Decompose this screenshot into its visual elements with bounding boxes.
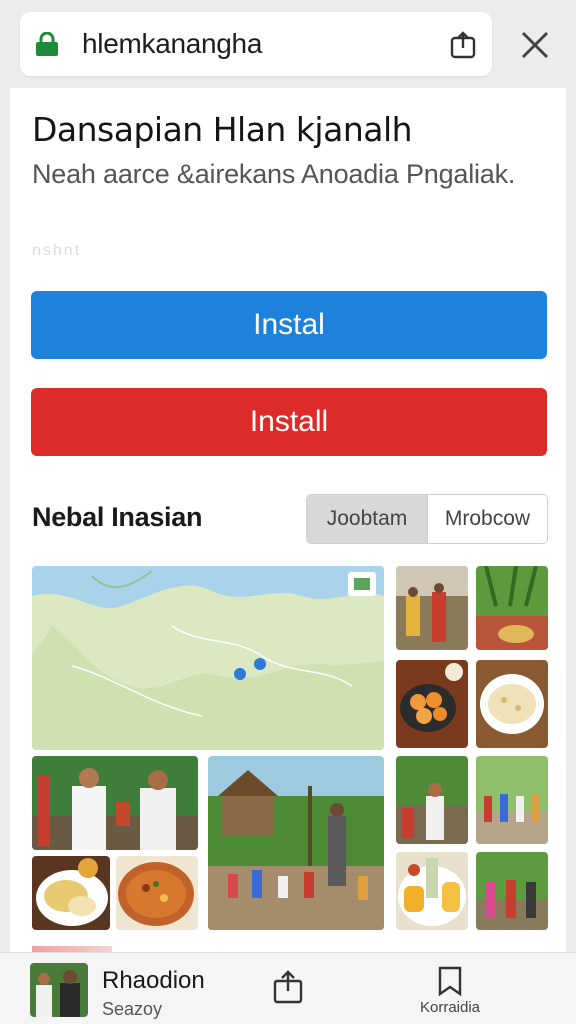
photo-palm-market[interactable] <box>476 566 548 650</box>
share-icon[interactable] <box>448 30 478 60</box>
lock-icon <box>36 32 58 56</box>
url-text[interactable]: hlemkanangha <box>82 28 262 60</box>
page-content: Dansapian Hlan kjanalh Neah aarce &airek… <box>10 88 566 952</box>
photo-snacks-plate[interactable] <box>396 852 468 930</box>
photo-village-crowd[interactable] <box>208 756 384 930</box>
faint-text: nshnt <box>32 242 82 259</box>
page-title: Dansapian Hlan kjanalh <box>32 110 413 149</box>
bottom-bar: Rhaodion Seazoy Korraidia <box>0 952 576 1024</box>
view-toggle: Joobtam Mrobcow <box>306 494 548 544</box>
photo-orange-dish[interactable] <box>396 660 468 748</box>
toggle-option[interactable]: Mrobcow <box>427 495 547 543</box>
address-bar[interactable]: hlemkanangha <box>20 12 492 76</box>
photo-street-crowd[interactable] <box>476 756 548 844</box>
bookmark-button[interactable]: Korraidia <box>412 965 488 1021</box>
photo-curry-bowl[interactable] <box>116 856 198 930</box>
bookmark-label: Korraidia <box>419 999 481 1016</box>
install-button-primary[interactable]: Instal <box>31 291 547 359</box>
toggle-option-selected[interactable]: Joobtam <box>307 495 427 543</box>
page-subtitle: Neah aarce &airekans Anoadia Pngaliak. <box>32 159 516 189</box>
photo-people-drinks[interactable] <box>32 756 198 850</box>
photo-gallery <box>32 566 548 930</box>
photo-food-plate[interactable] <box>32 856 110 930</box>
section-title: Nebal Inasian <box>32 502 203 532</box>
photo-vendors[interactable] <box>396 756 468 844</box>
app-subtitle: Seazoy <box>102 999 163 1019</box>
photo-market-stall[interactable] <box>476 852 548 930</box>
close-icon[interactable] <box>516 26 554 64</box>
install-button-secondary[interactable]: Install <box>31 388 547 456</box>
photo-market-people[interactable] <box>396 566 468 650</box>
bookmark-icon <box>438 966 462 997</box>
photo-rice-dish[interactable] <box>476 660 548 748</box>
browser-toolbar: hlemkanangha <box>0 0 576 88</box>
app-name: Rhaodion <box>102 967 205 994</box>
map-image[interactable] <box>32 566 384 750</box>
share-icon[interactable] <box>270 969 306 1005</box>
app-thumbnail[interactable] <box>30 963 88 1017</box>
